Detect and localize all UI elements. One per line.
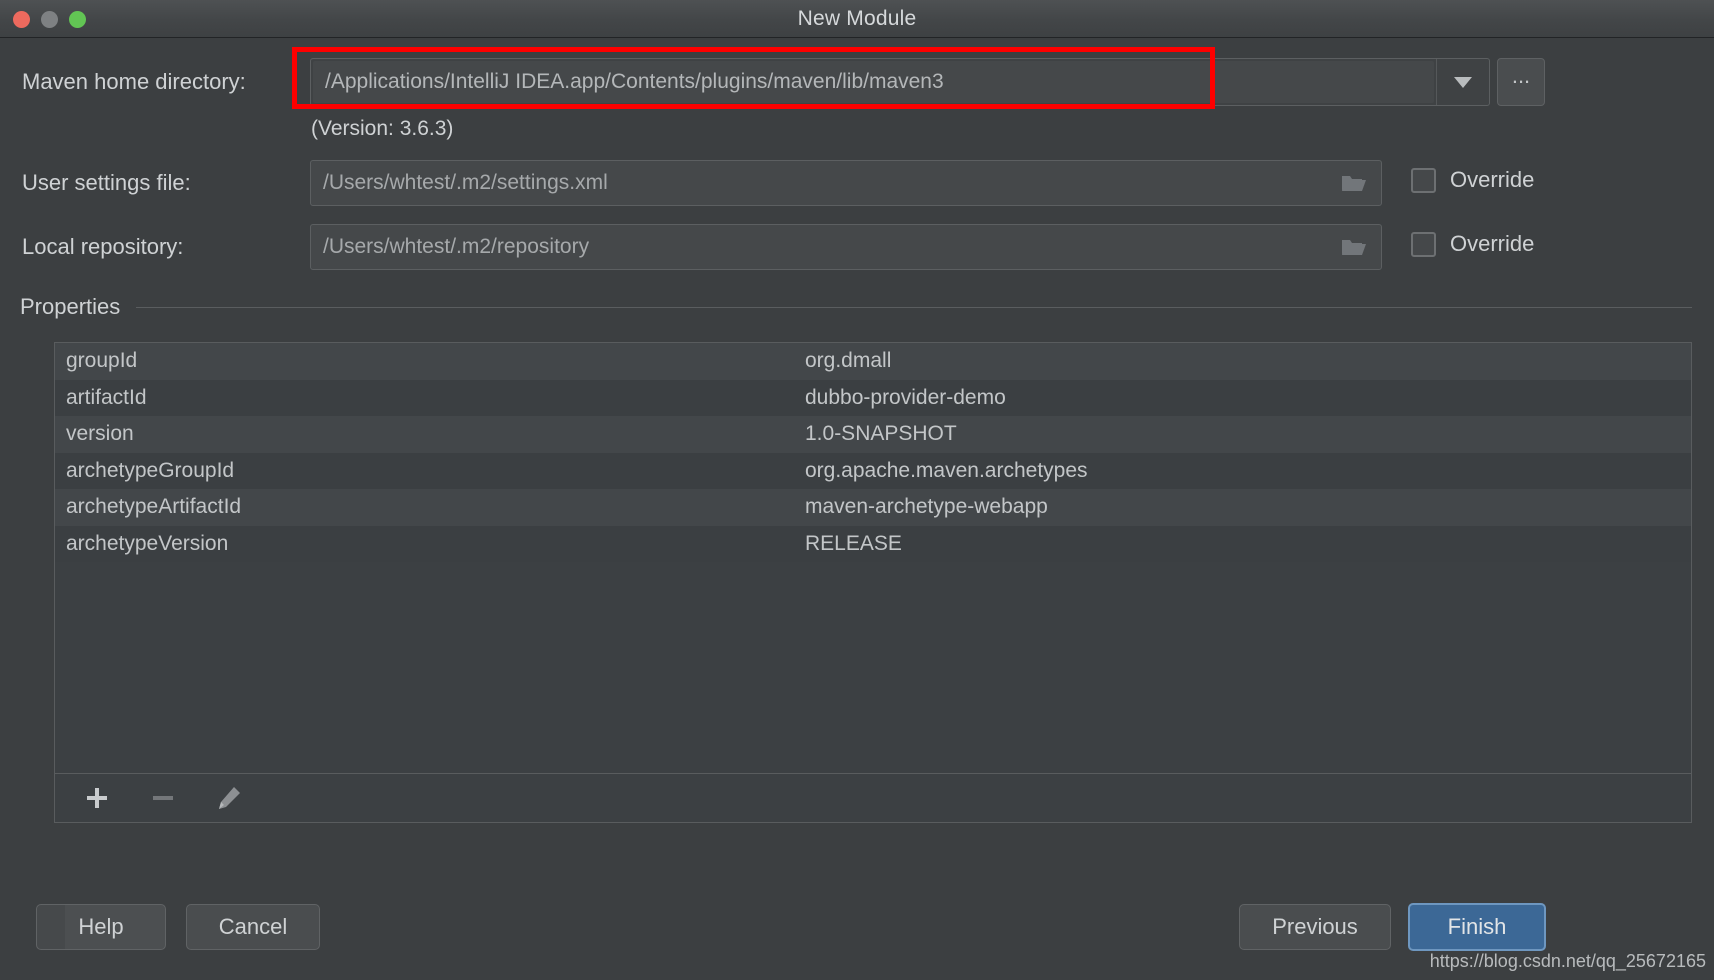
table-row[interactable]: groupId org.dmall xyxy=(55,343,1691,380)
window-titlebar: New Module xyxy=(0,0,1714,38)
folder-icon[interactable] xyxy=(1341,237,1367,257)
property-value: RELEASE xyxy=(805,531,902,555)
properties-section-header: Properties xyxy=(20,294,1692,320)
property-key: version xyxy=(66,422,134,446)
properties-table-toolbar xyxy=(54,773,1692,823)
user-settings-override[interactable]: Override xyxy=(1411,167,1534,193)
edit-property-button[interactable] xyxy=(209,781,249,815)
previous-button[interactable]: Previous xyxy=(1239,904,1391,950)
window-title: New Module xyxy=(797,7,917,30)
property-key: archetypeGroupId xyxy=(66,458,235,482)
local-repository-value: /Users/whtest/.m2/repository xyxy=(323,235,590,258)
user-settings-label: User settings file: xyxy=(22,170,191,195)
maven-home-combobox[interactable]: /Applications/IntelliJ IDEA.app/Contents… xyxy=(310,58,1490,106)
add-property-button[interactable] xyxy=(77,781,117,815)
chevron-down-icon[interactable] xyxy=(1436,59,1489,105)
plus-icon xyxy=(87,788,107,808)
table-row[interactable]: version 1.0-SNAPSHOT xyxy=(55,416,1691,453)
local-repository-override[interactable]: Override xyxy=(1411,231,1534,257)
property-key: archetypeArtifactId xyxy=(66,495,242,519)
cancel-button[interactable]: Cancel xyxy=(186,904,320,950)
maven-home-browse-button[interactable]: ... xyxy=(1497,58,1545,106)
dialog-content: Maven home directory: /Applications/Inte… xyxy=(0,39,1714,980)
local-repository-input[interactable]: /Users/whtest/.m2/repository xyxy=(310,224,1382,270)
remove-property-button[interactable] xyxy=(143,781,183,815)
local-repository-override-checkbox[interactable] xyxy=(1411,231,1436,257)
finish-button[interactable]: Finish xyxy=(1408,903,1546,951)
property-value: dubbo-provider-demo xyxy=(805,385,1006,409)
help-button[interactable]: Help xyxy=(36,904,166,950)
table-row[interactable]: artifactId dubbo-provider-demo xyxy=(55,379,1691,416)
section-divider xyxy=(136,306,1692,308)
pencil-icon xyxy=(219,787,240,809)
user-settings-value: /Users/whtest/.m2/settings.xml xyxy=(323,171,608,194)
property-value: org.apache.maven.archetypes xyxy=(805,458,1088,482)
local-repository-label: Local repository: xyxy=(22,234,184,259)
user-settings-override-label: Override xyxy=(1450,167,1535,192)
watermark-text: https://blog.csdn.net/qq_25672165 xyxy=(1429,951,1706,971)
user-settings-override-checkbox[interactable] xyxy=(1411,167,1436,193)
table-row[interactable]: archetypeGroupId org.apache.maven.archet… xyxy=(55,452,1691,489)
property-key: artifactId xyxy=(66,385,147,409)
property-value: 1.0-SNAPSHOT xyxy=(805,422,957,446)
table-row[interactable]: archetypeArtifactId maven-archetype-weba… xyxy=(55,489,1691,526)
property-value: org.dmall xyxy=(805,349,892,373)
property-key: archetypeVersion xyxy=(66,531,229,555)
property-value: maven-archetype-webapp xyxy=(805,495,1048,519)
local-repository-override-label: Override xyxy=(1450,231,1535,256)
property-key: groupId xyxy=(66,349,138,373)
maven-home-value[interactable]: /Applications/IntelliJ IDEA.app/Contents… xyxy=(313,61,1434,103)
properties-title: Properties xyxy=(20,294,121,319)
table-row[interactable]: archetypeVersion RELEASE xyxy=(55,525,1691,562)
user-settings-input[interactable]: /Users/whtest/.m2/settings.xml xyxy=(310,160,1382,206)
properties-table[interactable]: groupId org.dmall artifactId dubbo-provi… xyxy=(54,342,1692,773)
maven-home-label: Maven home directory: xyxy=(22,69,246,94)
maven-version-note: (Version: 3.6.3) xyxy=(311,117,454,140)
minus-icon xyxy=(153,796,173,800)
folder-icon[interactable] xyxy=(1341,173,1367,193)
